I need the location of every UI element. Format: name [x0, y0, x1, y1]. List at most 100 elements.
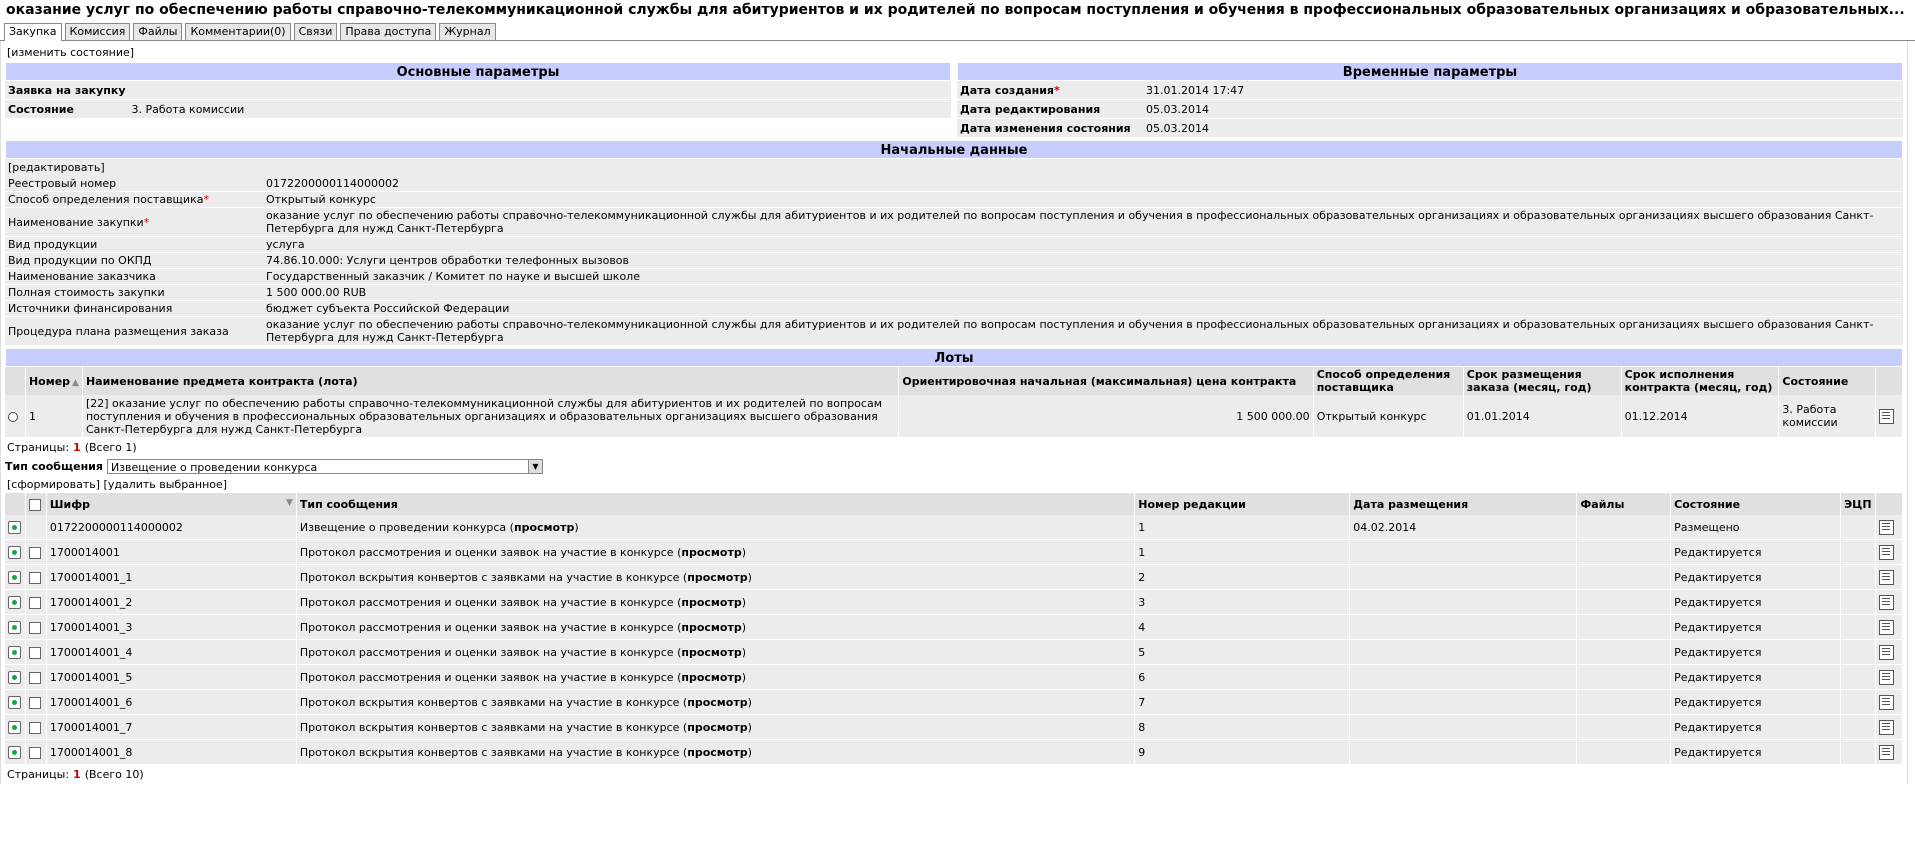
- msg-status-cell: [5, 614, 26, 640]
- view-link[interactable]: просмотр: [514, 521, 574, 534]
- document-icon[interactable]: [1879, 594, 1895, 610]
- row-checkbox[interactable]: [28, 746, 41, 759]
- message-type-select[interactable]: Извещение о проведении конкурса ▼: [106, 459, 543, 474]
- msg-signature: [1840, 739, 1877, 765]
- tab-bar: Закупка Комиссия Файлы Комментарии(0) Св…: [0, 21, 1915, 41]
- view-link[interactable]: просмотр: [681, 596, 741, 609]
- view-link[interactable]: просмотр: [687, 571, 747, 584]
- row-checkbox[interactable]: [28, 571, 41, 584]
- document-icon[interactable]: [1879, 544, 1895, 560]
- timing-row: Дата создания* 31.01.2014 17:47: [957, 81, 1903, 100]
- status-dot-icon[interactable]: [8, 670, 21, 684]
- initial-row: Полная стоимость закупки 1 500 000.00 RUB: [5, 284, 1903, 301]
- lots-col-number[interactable]: Номер ▲: [25, 367, 83, 395]
- msg-revision: 1: [1134, 515, 1351, 540]
- tab-prava-dostupa[interactable]: Права доступа: [340, 23, 437, 40]
- row-checkbox[interactable]: [28, 671, 41, 684]
- view-link[interactable]: просмотр: [681, 546, 741, 559]
- lots-select-col: [5, 367, 26, 395]
- msg-signature: [1840, 614, 1877, 640]
- lots-col-placement: Срок размещения заказа (месяц, год): [1463, 367, 1622, 395]
- status-dot-icon[interactable]: [8, 620, 21, 634]
- document-icon[interactable]: [1879, 619, 1895, 635]
- msg-date: [1349, 614, 1578, 640]
- row-checkbox[interactable]: [28, 621, 41, 634]
- timing-params-heading: Временные параметры: [957, 62, 1903, 81]
- msg-status-cell: [5, 564, 26, 590]
- lot-price: 1 500 000.00: [898, 395, 1314, 438]
- table-row: 1700014001_3 Протокол рассмотрения и оцен…: [5, 614, 1903, 640]
- msg-state: Редактируется: [1670, 714, 1842, 740]
- tab-zakupka[interactable]: Закупка: [4, 23, 62, 41]
- view-link[interactable]: просмотр: [687, 721, 747, 734]
- initial-label: Вид продукции: [5, 236, 263, 253]
- initial-data-heading: Начальные данные: [5, 140, 1903, 159]
- edit-link[interactable]: [редактировать]: [8, 161, 105, 174]
- msg-col-revision: Номер редакции: [1134, 493, 1351, 515]
- status-dot-icon[interactable]: [8, 645, 21, 659]
- msg-revision: 4: [1134, 614, 1351, 640]
- status-dot-icon[interactable]: [8, 720, 21, 734]
- status-dot-icon[interactable]: [8, 520, 21, 534]
- initial-row: Вид продукции услуга: [5, 236, 1903, 253]
- msg-type: Протокол вскрытия конвертов с заявками н…: [296, 564, 1136, 590]
- view-link[interactable]: просмотр: [681, 621, 741, 634]
- table-row: 1700014001_4 Протокол рассмотрения и оцен…: [5, 639, 1903, 665]
- chevron-down-icon[interactable]: ▼: [527, 460, 542, 473]
- row-checkbox[interactable]: [28, 696, 41, 709]
- tab-kommentarii[interactable]: Комментарии(0): [185, 23, 291, 40]
- document-icon[interactable]: [1879, 719, 1895, 735]
- document-icon[interactable]: [1879, 569, 1895, 585]
- msg-state: Редактируется: [1670, 564, 1842, 590]
- status-dot-icon[interactable]: [8, 745, 21, 759]
- row-checkbox[interactable]: [28, 721, 41, 734]
- table-row: 1700014001_7 Протокол вскрытия конвертов …: [5, 714, 1903, 740]
- view-link[interactable]: просмотр: [687, 746, 747, 759]
- msg-revision: 5: [1134, 639, 1351, 665]
- view-link[interactable]: просмотр: [681, 671, 741, 684]
- table-row: 1700014001_2 Протокол рассмотрения и оцен…: [5, 589, 1903, 615]
- status-dot-icon[interactable]: [8, 695, 21, 709]
- document-icon[interactable]: [1879, 644, 1895, 660]
- initial-row: Способ определения поставщика* Открытый к…: [5, 191, 1903, 208]
- msg-type: Извещение о проведении конкурса (просмот…: [296, 515, 1136, 540]
- sort-up-icon[interactable]: ▲: [72, 378, 79, 388]
- status-dot-icon[interactable]: [8, 595, 21, 609]
- tab-faily[interactable]: Файлы: [133, 23, 183, 40]
- msg-checkbox-cell: [25, 539, 47, 565]
- document-icon[interactable]: [1879, 408, 1895, 424]
- msg-status-cell: [5, 539, 26, 565]
- initial-row: Наименование заказчика Государственный за…: [5, 268, 1903, 285]
- tab-zhurnal[interactable]: Журнал: [439, 23, 496, 40]
- sort-down-icon[interactable]: ▼: [286, 498, 293, 508]
- generate-link[interactable]: [сформировать]: [7, 478, 100, 491]
- tab-svyazi[interactable]: Связи: [293, 23, 338, 40]
- msg-signature: [1840, 515, 1877, 540]
- page-link[interactable]: 1: [73, 441, 81, 454]
- status-dot-icon[interactable]: [8, 545, 21, 559]
- msg-col-code[interactable]: Шифр ▼: [46, 493, 297, 515]
- row-checkbox[interactable]: [28, 646, 41, 659]
- msg-doc-cell: [1875, 664, 1903, 690]
- tab-komissiya[interactable]: Комиссия: [64, 23, 131, 40]
- page-link[interactable]: 1: [73, 768, 81, 781]
- document-icon[interactable]: [1879, 694, 1895, 710]
- row-checkbox[interactable]: [28, 546, 41, 559]
- row-checkbox[interactable]: [28, 596, 41, 609]
- select-all-checkbox[interactable]: [28, 498, 41, 511]
- status-dot-icon[interactable]: [8, 570, 21, 584]
- msg-code: 1700014001_5: [46, 664, 297, 690]
- document-icon[interactable]: [1879, 669, 1895, 685]
- message-type-label: Тип сообщения: [5, 460, 103, 473]
- msg-date: 04.02.2014: [1349, 515, 1578, 540]
- change-state-link[interactable]: [изменить состояние]: [7, 46, 134, 59]
- msg-files: [1576, 515, 1672, 540]
- initial-label: Реестровый номер: [5, 176, 263, 192]
- lot-radio[interactable]: [8, 411, 18, 422]
- delete-selected-link[interactable]: [удалить выбранное]: [104, 478, 228, 491]
- document-icon[interactable]: [1879, 744, 1895, 760]
- view-link[interactable]: просмотр: [687, 696, 747, 709]
- msg-doc-cell: [1875, 614, 1903, 640]
- view-link[interactable]: просмотр: [681, 646, 741, 659]
- document-icon[interactable]: [1879, 519, 1895, 535]
